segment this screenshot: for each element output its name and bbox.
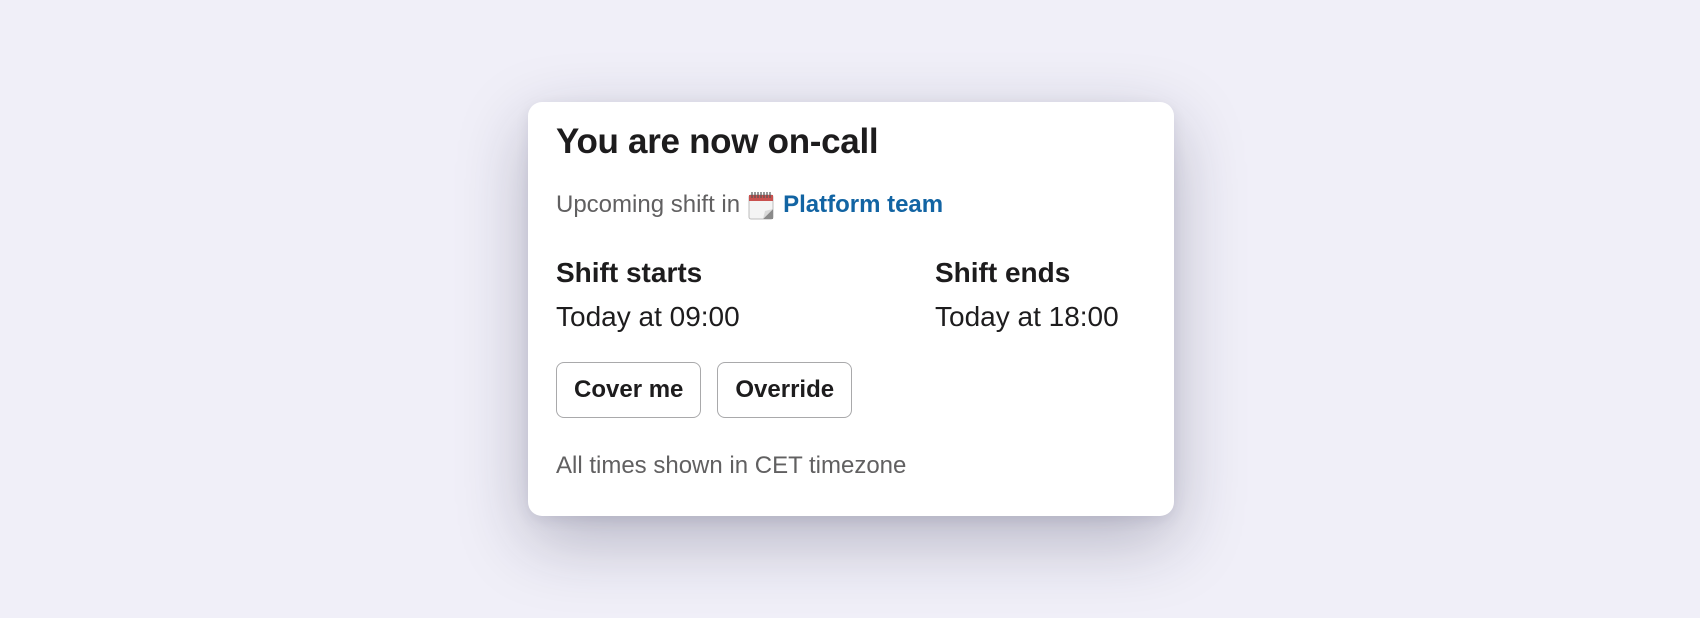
card-title: You are now on-call	[556, 122, 879, 161]
shift-end-field: Shift ends Today at 18:00	[935, 256, 1119, 334]
shift-subtitle: Upcoming shift in Platform team	[556, 190, 943, 220]
action-buttons: Cover me Override	[556, 362, 853, 418]
cover-me-button[interactable]: Cover me	[556, 362, 702, 418]
override-button[interactable]: Override	[717, 362, 853, 418]
shift-start-value: Today at 09:00	[556, 301, 740, 332]
subtitle-prefix: Upcoming shift in	[556, 191, 741, 218]
shift-end-value: Today at 18:00	[935, 301, 1119, 332]
on-call-notification-card: You are now on-call Upcoming shift in Pl…	[528, 102, 1174, 516]
spiral-calendar-icon	[748, 190, 774, 220]
shift-start-field: Shift starts Today at 09:00	[556, 256, 740, 334]
shift-end-label: Shift ends	[935, 257, 1071, 288]
shift-start-label: Shift starts	[556, 257, 703, 288]
timezone-footnote: All times shown in CET timezone	[556, 452, 907, 479]
page-background: You are now on-call Upcoming shift in Pl…	[0, 0, 1700, 618]
platform-team-link[interactable]: Platform team	[783, 191, 943, 219]
